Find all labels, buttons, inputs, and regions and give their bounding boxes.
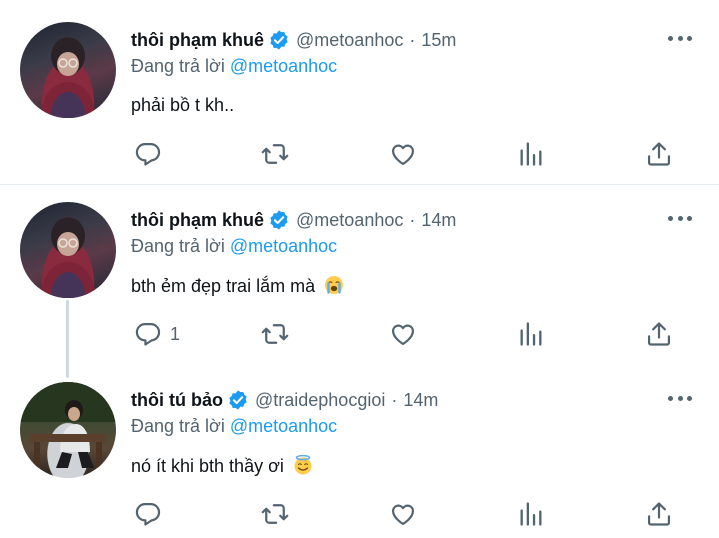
reply-icon xyxy=(135,322,161,346)
smiling-face-with-halo-icon xyxy=(294,455,312,475)
reply-count: 1 xyxy=(170,323,181,344)
avatar-photo xyxy=(20,382,116,468)
share-icon xyxy=(647,322,671,346)
reply-button[interactable]: 1 xyxy=(134,317,180,351)
like-icon xyxy=(391,504,415,526)
views-button[interactable] xyxy=(517,137,545,171)
avatar[interactable] xyxy=(20,202,116,298)
separator-dot: · xyxy=(391,389,398,410)
views-icon xyxy=(520,502,542,526)
like-button[interactable] xyxy=(389,497,417,531)
tweet[interactable]: thôi phạm khuê @metoanhoc · 14m Đang trả… xyxy=(0,185,719,365)
separator-dot: · xyxy=(409,29,416,50)
views-button[interactable] xyxy=(517,317,545,351)
verified-badge-icon xyxy=(229,390,247,410)
replying-to-label: Đang trả lời xyxy=(131,236,230,256)
avatar-photo xyxy=(40,37,96,118)
like-button[interactable] xyxy=(389,317,417,351)
reply-to-link[interactable]: @metoanhoc xyxy=(230,416,337,436)
retweet-icon xyxy=(261,324,289,344)
share-button[interactable] xyxy=(645,497,673,531)
reply-to-link[interactable]: @metoanhoc xyxy=(230,56,337,76)
action-bar xyxy=(0,497,719,531)
views-button[interactable] xyxy=(517,497,545,531)
replying-to: Đang trả lời @metoanhoc xyxy=(131,236,337,257)
replying-to-label: Đang trả lời xyxy=(131,416,230,436)
tweet-header: thôi phạm khuê @metoanhoc · 14m xyxy=(131,208,456,232)
like-icon xyxy=(391,324,415,346)
share-button[interactable] xyxy=(645,317,673,351)
tweet-text-content: phải bồ t kh.. xyxy=(131,95,235,115)
replying-to-label: Đang trả lời xyxy=(131,56,230,76)
timestamp[interactable]: 14m xyxy=(403,390,438,411)
like-button[interactable] xyxy=(389,137,417,171)
display-name[interactable]: thôi tú bảo xyxy=(131,390,223,411)
tweet-text: phải bồ t kh.. xyxy=(131,95,234,116)
retweet-button[interactable] xyxy=(261,497,289,531)
replying-to: Đang trả lời @metoanhoc xyxy=(131,416,337,437)
verified-badge-icon xyxy=(270,30,288,50)
tweet-text-content: nó ít khi bth thầy ơi xyxy=(131,456,284,476)
tweet-text: bth ẻm đẹp trai lắm mà xyxy=(131,275,344,297)
tweet-text: nó ít khi bth thầy ơi xyxy=(131,455,313,477)
reply-button[interactable] xyxy=(134,137,162,171)
avatar-photo xyxy=(40,217,96,298)
user-handle[interactable]: @metoanhoc xyxy=(296,210,403,231)
reply-button[interactable] xyxy=(134,497,162,531)
avatar[interactable] xyxy=(20,382,116,478)
display-name[interactable]: thôi phạm khuê xyxy=(131,210,264,231)
action-bar xyxy=(0,137,719,171)
share-button[interactable] xyxy=(645,137,673,171)
avatar[interactable] xyxy=(20,22,116,118)
retweet-button[interactable] xyxy=(261,317,289,351)
retweet-icon xyxy=(261,504,289,524)
reply-icon xyxy=(135,502,161,526)
verified-badge-icon xyxy=(270,210,288,230)
like-icon xyxy=(391,144,415,166)
more-options-icon[interactable] xyxy=(668,211,692,225)
tweet[interactable]: thôi tú bảo @traidephocgioi · 14m Đang t… xyxy=(0,365,719,538)
tweet-header: thôi phạm khuê @metoanhoc · 15m xyxy=(131,28,456,52)
display-name[interactable]: thôi phạm khuê xyxy=(131,30,264,51)
tweet[interactable]: thôi phạm khuê @metoanhoc · 15m Đang trả… xyxy=(0,0,719,184)
tweet-text-content: bth ẻm đẹp trai lắm mà xyxy=(131,276,316,296)
views-icon xyxy=(520,142,542,166)
action-bar: 1 xyxy=(0,317,719,351)
retweet-icon xyxy=(261,144,289,164)
share-icon xyxy=(647,502,671,526)
loudly-crying-face-icon xyxy=(325,276,344,294)
separator-dot: · xyxy=(409,209,416,230)
reply-icon xyxy=(135,142,161,166)
timestamp[interactable]: 15m xyxy=(421,30,456,51)
more-options-icon[interactable] xyxy=(668,391,692,405)
user-handle[interactable]: @traidephocgioi xyxy=(255,390,385,411)
timestamp[interactable]: 14m xyxy=(421,210,456,231)
user-handle[interactable]: @metoanhoc xyxy=(296,30,403,51)
share-icon xyxy=(647,142,671,166)
retweet-button[interactable] xyxy=(261,137,289,171)
reply-to-link[interactable]: @metoanhoc xyxy=(230,236,337,256)
tweet-header: thôi tú bảo @traidephocgioi · 14m xyxy=(131,388,438,412)
views-icon xyxy=(520,322,542,346)
replying-to: Đang trả lời @metoanhoc xyxy=(131,56,337,77)
more-options-icon[interactable] xyxy=(668,31,692,45)
